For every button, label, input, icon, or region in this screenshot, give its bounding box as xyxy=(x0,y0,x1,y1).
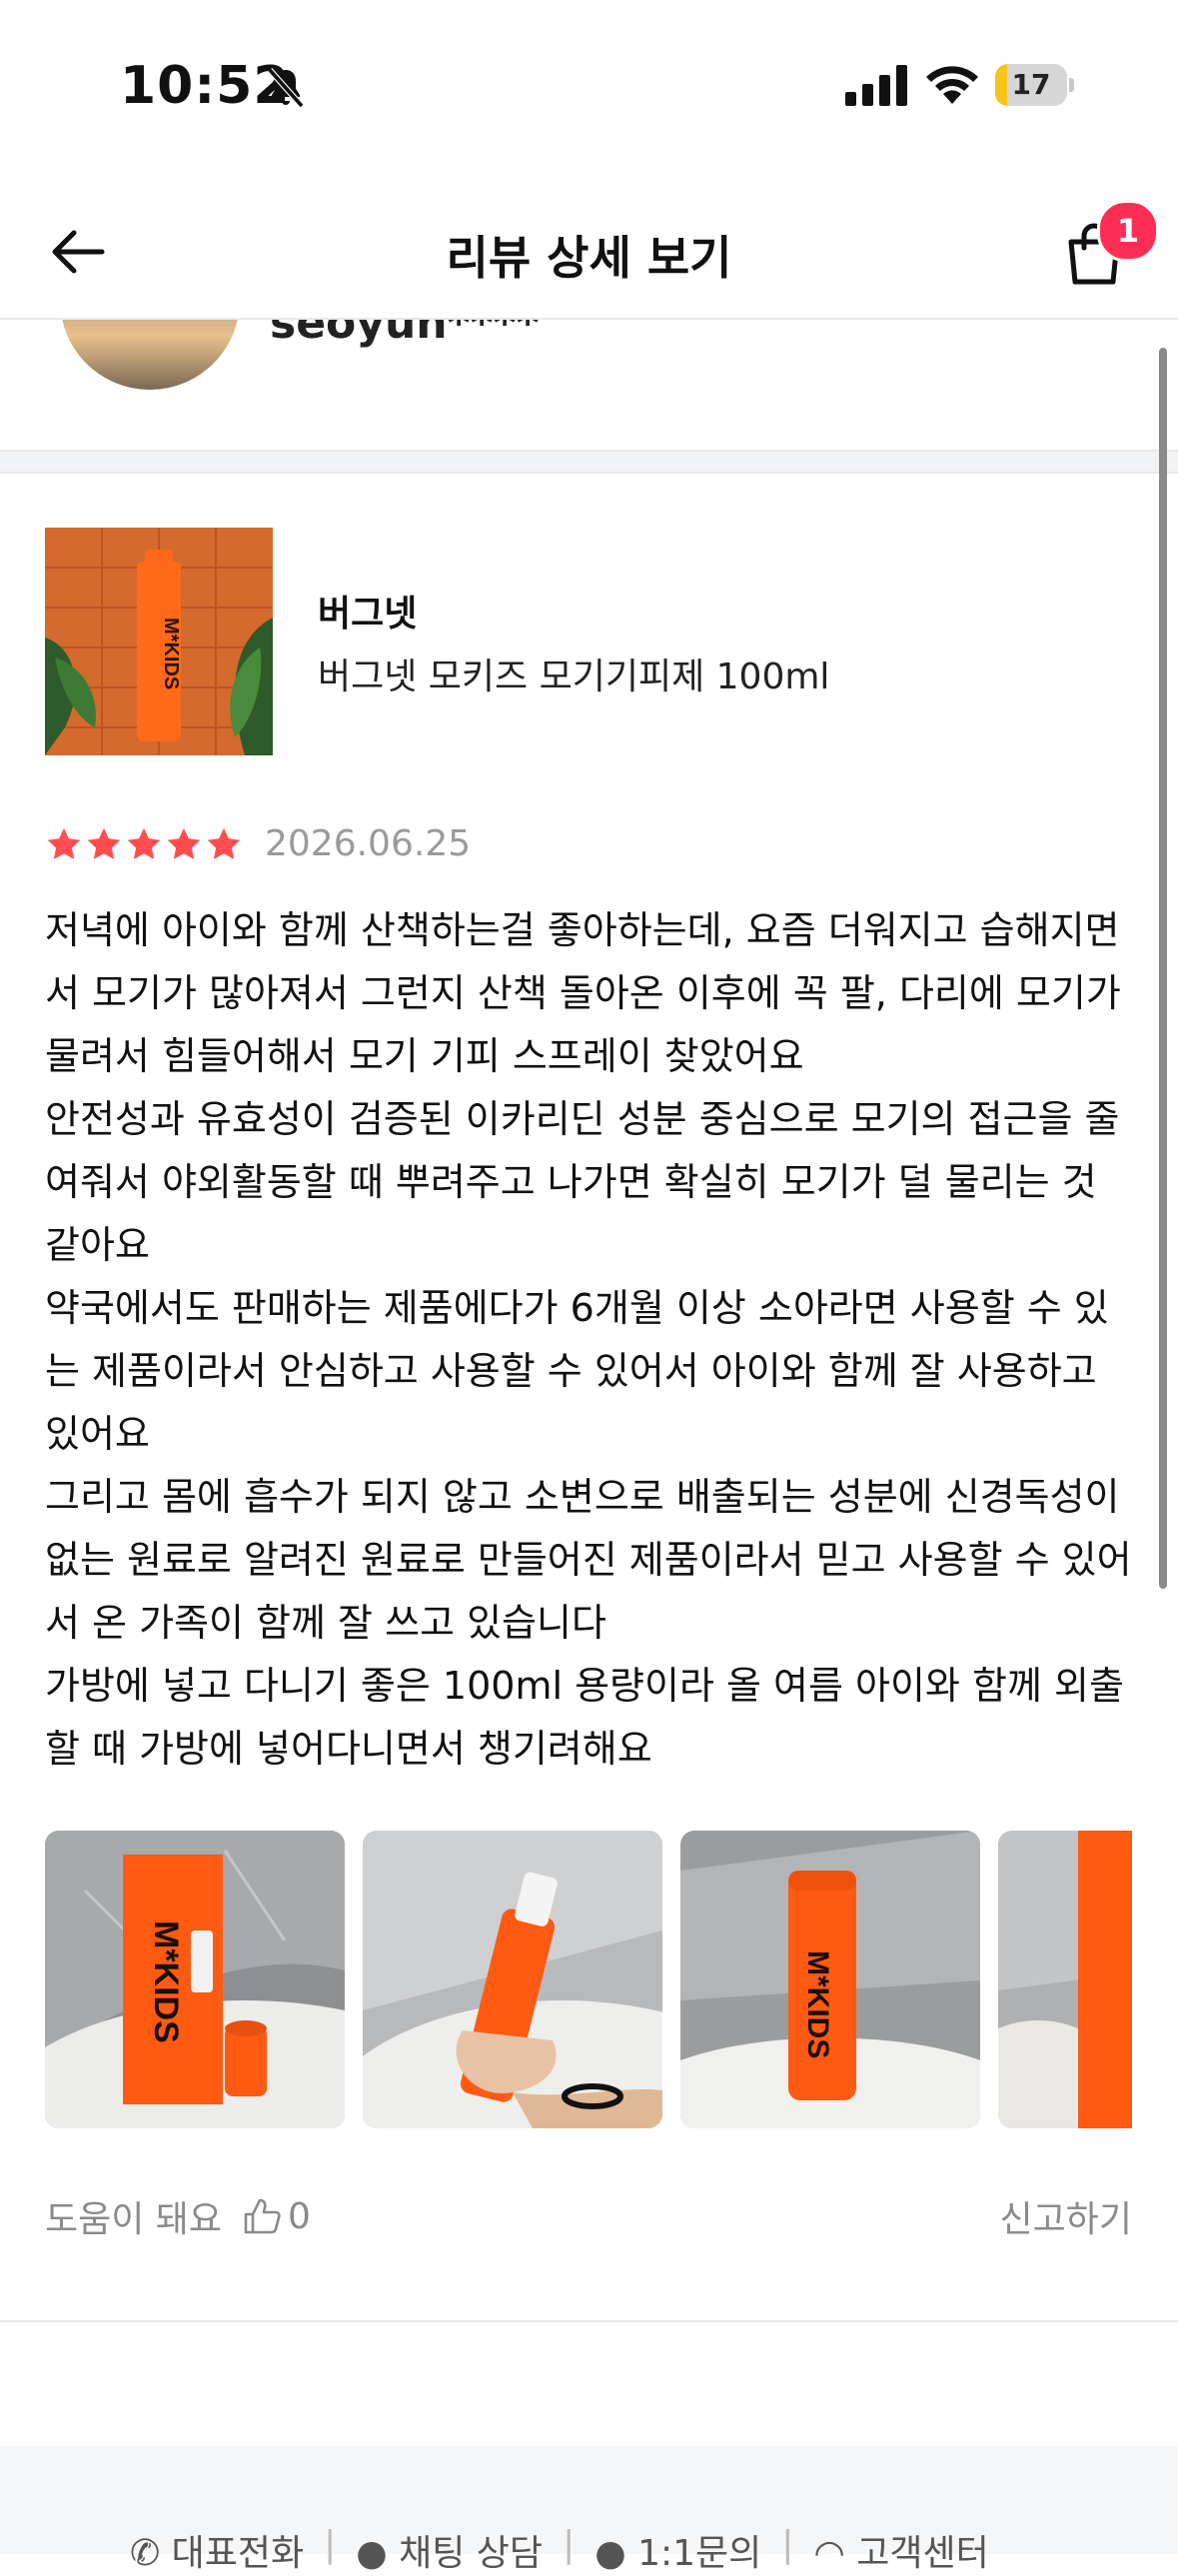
review-date: 2026.06.25 xyxy=(265,823,472,864)
review-photo-4[interactable] xyxy=(998,1831,1132,2128)
report-button[interactable]: 신고하기 xyxy=(1000,2190,1132,2242)
review-paragraph: 그리고 몸에 흡수가 되지 않고 소변으로 배출되는 성분에 신경독성이 없는 … xyxy=(45,1475,1132,1645)
bell-muted-icon xyxy=(267,68,305,108)
section-divider xyxy=(0,450,1178,474)
footer-link-phone[interactable]: ✆ 대표전화 xyxy=(130,2524,304,2576)
status-bar: 10:52 17 xyxy=(0,0,1178,170)
helpful-label: 도움이 돼요 xyxy=(45,2199,223,2240)
product-brand: 버그넷 xyxy=(318,594,418,635)
page-title: 리뷰 상세 보기 xyxy=(446,231,732,285)
username-clip: seoyun**** xyxy=(270,320,769,380)
footer-links: ✆ 대표전화 | ● 채팅 상담 | ● 1:1문의 | ◠ 고객센터 xyxy=(130,2524,989,2576)
wifi-icon xyxy=(926,66,978,104)
divider: | xyxy=(781,2524,794,2565)
review-photo-2[interactable] xyxy=(363,1831,662,2128)
review-paragraph: 저녁에 아이와 함께 산책하는걸 좋아하는데, 요즘 더워지고 습해지면서 모기… xyxy=(45,908,1121,1078)
review-paragraph: 안전성과 유효성이 검증된 이카리딘 성분 중심으로 모기의 접근을 줄여줘서 … xyxy=(45,1097,1120,1267)
star-icon xyxy=(47,827,81,859)
divider: | xyxy=(324,2524,337,2565)
review-paragraph: 약국에서도 판매하는 제품에다가 6개월 이상 소아라면 사용할 수 있는 제품… xyxy=(45,1286,1109,1456)
battery-percent: 17 xyxy=(1011,68,1051,101)
svg-text:M*KIDS: M*KIDS xyxy=(160,618,182,689)
footer: ✆ 대표전화 | ● 채팅 상담 | ● 1:1문의 | ◠ 고객센터 xyxy=(0,2446,1178,2574)
star-icon xyxy=(127,827,161,859)
review-photo-strip[interactable]: M*KIDS M*KIDS xyxy=(45,1831,1132,2130)
section-divider xyxy=(0,2320,1178,2342)
star-rating xyxy=(45,825,243,863)
nav-bar: 리뷰 상세 보기 xyxy=(0,190,1178,320)
cellular-signal-icon xyxy=(845,65,907,106)
star-icon xyxy=(87,827,121,859)
helpful-count: 0 xyxy=(288,2195,311,2237)
svg-text:M*KIDS: M*KIDS xyxy=(801,1950,834,2058)
review-photo-1[interactable]: M*KIDS xyxy=(45,1831,345,2128)
helpful-button[interactable]: 도움이 돼요 0 xyxy=(45,2190,311,2242)
product-image[interactable]: M*KIDS xyxy=(45,528,273,755)
review-photo-3[interactable]: M*KIDS xyxy=(680,1831,980,2128)
svg-text:M*KIDS: M*KIDS xyxy=(147,1921,185,2043)
battery-indicator: 17 xyxy=(995,64,1075,106)
divider: | xyxy=(563,2524,576,2565)
thumbs-up-icon xyxy=(244,2198,281,2234)
star-icon xyxy=(207,827,241,859)
product-name[interactable]: 버그넷 모키즈 모기기피제 100ml xyxy=(318,647,829,699)
star-icon xyxy=(167,827,201,859)
footer-link-support[interactable]: ◠ 고객센터 xyxy=(813,2524,988,2576)
scrollbar[interactable] xyxy=(1159,348,1167,1589)
review-body: 저녁에 아이와 함께 산책하는걸 좋아하는데, 요즘 더워지고 습해지면서 모기… xyxy=(45,899,1134,1781)
footer-link-chat[interactable]: ● 채팅 상담 xyxy=(356,2524,543,2576)
footer-link-inquiry[interactable]: ● 1:1문의 xyxy=(594,2524,761,2576)
review-paragraph: 가방에 넣고 다니기 좋은 100ml 용량이라 올 여름 아이와 함께 외출할… xyxy=(45,1664,1124,1771)
cart-count-badge: 1 xyxy=(1097,200,1159,262)
reviewer-username: seoyun**** xyxy=(270,320,540,349)
